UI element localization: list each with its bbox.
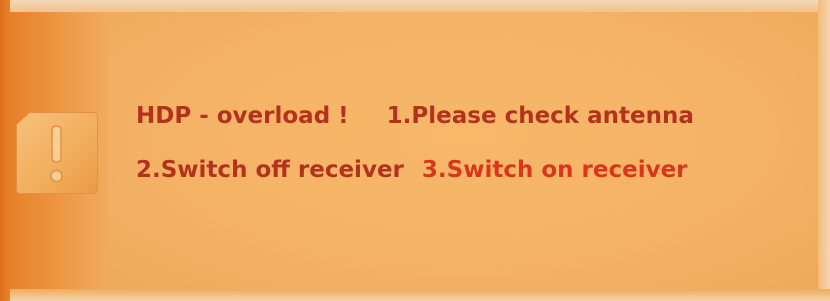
frame-right — [818, 0, 830, 301]
message-panel — [108, 12, 818, 289]
warning-badge — [16, 112, 98, 194]
tv-screen: HDP - overload ! 1.Please check antenna 2… — [0, 0, 830, 301]
step-3-text: 3.Switch on receiver — [421, 157, 688, 183]
message-line-1: HDP - overload ! 1.Please check antenna — [136, 103, 694, 129]
frame-top — [0, 0, 830, 12]
frame-bottom — [0, 289, 830, 301]
error-text: HDP - overload ! — [136, 103, 349, 129]
step-2-text: 2.Switch off receiver — [136, 157, 404, 183]
exclamation-icon — [50, 125, 63, 183]
message-line-2: 2.Switch off receiver 3.Switch on receive… — [136, 157, 688, 183]
step-1-text: 1.Please check antenna — [386, 103, 694, 129]
